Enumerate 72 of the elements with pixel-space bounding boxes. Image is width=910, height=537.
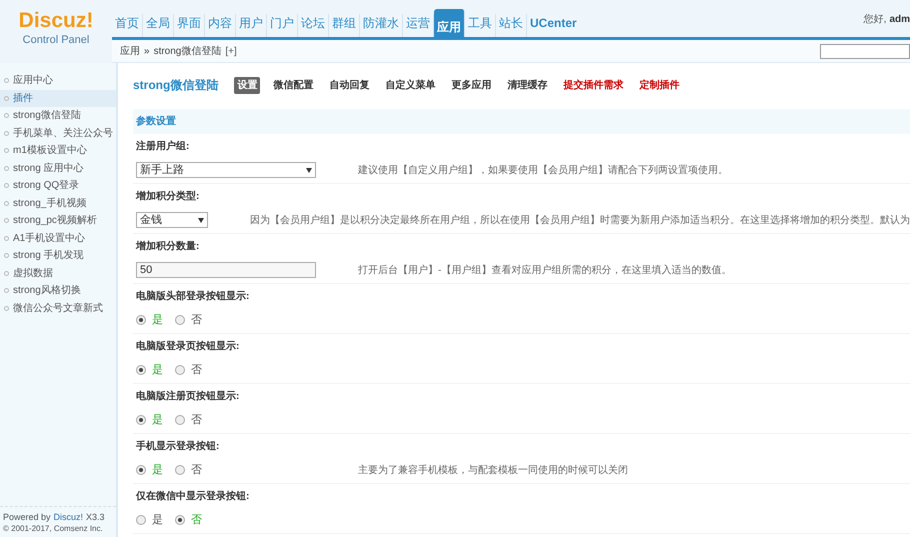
plugin-tab[interactable]: 提交插件需求 <box>560 76 626 94</box>
radio-button[interactable] <box>175 365 185 375</box>
plugin-tab[interactable]: 自动回复 <box>326 76 372 94</box>
setting-label: 增加积分数量: <box>136 240 200 254</box>
plugin-title: strong微信登陆 <box>133 77 218 94</box>
sidebar-item[interactable]: 微信公众号文章新式 <box>0 300 116 317</box>
setting-label: 增加积分类型: <box>136 190 200 204</box>
powered-by-text: Powered by <box>3 511 51 523</box>
sidebar-item[interactable]: strong 应用中心 <box>0 160 116 177</box>
sidebar-item[interactable]: A1手机设置中心 <box>0 230 116 247</box>
breadcrumb-separator: » <box>144 44 150 58</box>
nav-tab[interactable]: 内容 <box>205 14 236 37</box>
radio-button[interactable] <box>136 415 146 425</box>
plugin-tab[interactable]: 设置 <box>234 76 260 94</box>
sidebar-item[interactable]: 虚拟数据 <box>0 264 116 282</box>
radio-option[interactable]: 否 <box>175 412 202 428</box>
radio-button[interactable] <box>175 415 185 425</box>
setting-description: 因为【会员用户组】是以积分决定最终所在用户组，所以在使用【会员用户组】时需要为新用户添加适当积分。在这里选择将增加的积分类型。默认为 <box>250 214 910 228</box>
search-field[interactable] <box>820 44 910 58</box>
select-field[interactable]: 新手上路 <box>136 162 316 178</box>
logo: Discuz! <box>18 10 94 32</box>
setting-description: 建议使用【自定义用户组】，如果要使用【会员用户组】请配合下列两设置项使用。 <box>358 164 728 178</box>
radio-button[interactable] <box>136 365 146 375</box>
dropdown-caret-icon <box>198 218 204 222</box>
breadcrumb-link[interactable]: 应用 <box>120 44 140 58</box>
plugin-tab[interactable]: 更多应用 <box>448 76 494 94</box>
radio-button[interactable] <box>136 315 146 325</box>
setting-description: 打开后台【用户】-【用户组】查看对应用户组所需的积分，在这里填入适当的数值。 <box>358 264 732 278</box>
setting-label: 注册用户组: <box>136 139 190 154</box>
setting-label: 电脑版登录页按钮显示: <box>136 339 240 354</box>
setting-label: 手机显示登录按钮: <box>136 440 220 454</box>
sidebar-item[interactable]: strong QQ登录 <box>0 177 116 194</box>
sidebar-item[interactable]: 应用中心 <box>0 72 116 90</box>
input-field[interactable]: 50 <box>136 262 316 278</box>
greeting-text: 您好, <box>864 13 886 27</box>
sidebar-item[interactable]: 插件 <box>0 90 116 107</box>
select-field[interactable]: 金钱 <box>136 212 208 228</box>
sidebar-item[interactable]: strong风格切换 <box>0 282 116 300</box>
brand-link[interactable]: Discuz! <box>54 511 84 523</box>
setting-description: 主要为了兼容手机模板，与配套模板一同使用的时候可以关闭 <box>358 464 628 478</box>
sidebar-item[interactable]: strong微信登陆 <box>0 107 116 124</box>
sidebar-item[interactable]: m1模板设置中心 <box>0 142 116 160</box>
breadcrumb-current: strong微信登陆 <box>154 44 222 58</box>
radio-button[interactable] <box>175 515 185 525</box>
radio-option[interactable]: 否 <box>175 462 202 478</box>
radio-option[interactable]: 否 <box>175 312 202 328</box>
plugin-tab[interactable]: 清理缓存 <box>504 76 550 94</box>
setting-label: 电脑版注册页按钮显示: <box>136 389 240 404</box>
plugin-tab[interactable]: 微信配置 <box>270 76 316 94</box>
section-header: 参数设置 <box>133 109 910 134</box>
version-text: X3.3 <box>86 511 105 523</box>
sidebar-item[interactable]: strong 手机发现 <box>0 247 116 264</box>
nav-tab[interactable]: 应用 <box>434 9 465 37</box>
nav-tab[interactable]: 论坛 <box>298 14 329 37</box>
plugin-tab[interactable]: 自定义菜单 <box>382 76 438 94</box>
sidebar-item[interactable]: strong_手机视频 <box>0 194 116 212</box>
setting-label: 仅在微信中显示登录按钮: <box>136 490 250 504</box>
radio-button[interactable] <box>136 465 146 475</box>
plugin-tab[interactable]: 定制插件 <box>636 76 682 94</box>
add-shortcut-link[interactable]: [+] <box>225 44 237 58</box>
radio-button[interactable] <box>175 315 185 325</box>
radio-option[interactable]: 是 <box>136 512 163 528</box>
radio-button[interactable] <box>175 465 185 475</box>
copyright-text: © 2001-2017, Comsenz Inc. <box>3 523 104 535</box>
sidebar-item[interactable]: strong_pc视频解析 <box>0 212 116 230</box>
dropdown-caret-icon <box>306 168 312 172</box>
sidebar-item[interactable]: 手机菜单、关注公众号 <box>0 124 116 142</box>
radio-button[interactable] <box>136 515 146 525</box>
logo-subtitle: Control Panel <box>22 33 90 48</box>
setting-label: 电脑版头部登录按钮显示: <box>136 289 250 304</box>
username-link[interactable]: adm <box>889 12 910 27</box>
radio-option[interactable]: 否 <box>175 362 202 378</box>
